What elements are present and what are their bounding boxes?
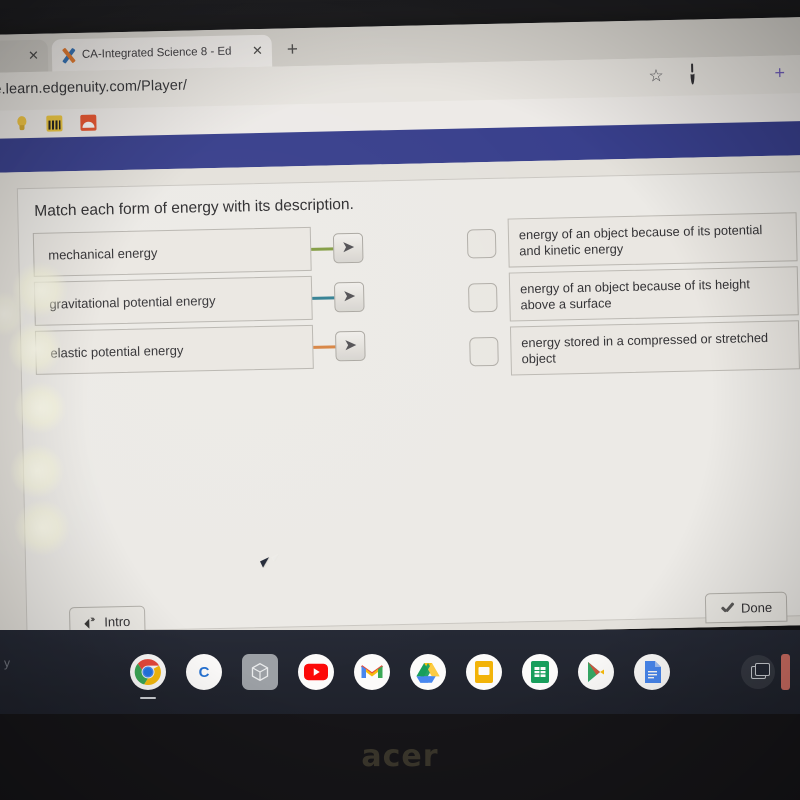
google-sheets-icon — [531, 661, 549, 683]
connector-line — [311, 246, 334, 251]
chromeos-shelf: y C — [0, 630, 800, 714]
match-row: gravitational potential energy ➤ — [33, 273, 365, 328]
close-icon[interactable]: ✕ — [252, 43, 263, 59]
description-label: energy of an object because of its heigh… — [519, 275, 751, 312]
shelf-app-google-slides[interactable] — [466, 654, 502, 690]
shelf-app-youtube[interactable] — [298, 654, 334, 690]
tab-title: CA-Integrated Science 8 - Edgen — [81, 45, 233, 61]
connector-line — [313, 344, 336, 349]
drop-target-checkbox[interactable] — [469, 336, 499, 367]
classroom-c-icon: C — [198, 663, 210, 681]
chrome-icon — [134, 659, 161, 686]
yellow-people-bookmark-icon[interactable] — [46, 115, 63, 132]
drop-target-checkbox[interactable] — [468, 282, 498, 313]
shelf-app-files-box[interactable] — [242, 654, 278, 690]
cube-icon — [251, 662, 269, 682]
browser-tab-inactive[interactable]: m/FE ✕ — [0, 39, 49, 74]
close-icon[interactable]: ✕ — [28, 48, 39, 64]
done-button-label: Done — [740, 599, 773, 616]
youtube-icon — [304, 663, 328, 681]
extension-plus-icon[interactable]: + — [774, 62, 794, 83]
browser-tab-active[interactable]: CA-Integrated Science 8 - Edgen ✕ — [51, 34, 273, 72]
omnibox-icons: ☆ + — [648, 62, 794, 86]
edgenuity-x-icon — [61, 47, 76, 62]
drag-arrow-button[interactable]: ➤ — [335, 330, 366, 362]
shelf-app-chrome[interactable] — [130, 654, 166, 699]
description-text-box[interactable]: energy of an object because of its poten… — [507, 212, 798, 268]
shelf-app-google-sheets[interactable] — [522, 654, 558, 690]
drag-arrow-button[interactable]: ➤ — [333, 281, 365, 313]
laptop-screen: m/FE ✕ CA-Integrated Science 8 - Edgen ✕… — [0, 16, 800, 644]
term-gravitational-potential-energy[interactable]: gravitational potential energy — [33, 275, 313, 326]
question-prompt: Match each form of energy with its descr… — [34, 195, 355, 220]
match-row: elastic potential energy ➤ — [34, 322, 366, 377]
description-row: energy of an object because of its heigh… — [468, 264, 799, 324]
google-slides-icon — [475, 661, 493, 683]
address-bar[interactable]: 9.core.learn.edgenuity.com/Player/ — [0, 78, 187, 99]
connector-line — [312, 295, 335, 300]
new-tab-button[interactable]: + — [287, 39, 299, 60]
term-mechanical-energy[interactable]: mechanical energy — [32, 226, 312, 277]
power-icon[interactable] — [690, 63, 710, 85]
shelf-app-gmail[interactable] — [354, 654, 390, 690]
match-row: mechanical energy ➤ — [32, 224, 364, 279]
shelf-tray — [741, 654, 790, 690]
arrow-icon: ➤ — [341, 238, 356, 257]
shelf-app-google-drive[interactable] — [410, 654, 446, 690]
play-store-icon — [588, 662, 604, 682]
description-text-box[interactable]: energy of an object because of its heigh… — [508, 266, 799, 322]
tray-accent-bar — [781, 654, 790, 690]
term-label: gravitational potential energy — [49, 292, 216, 312]
google-drive-icon — [416, 663, 440, 683]
window-overview-button[interactable] — [741, 655, 775, 689]
arrow-icon: ➤ — [343, 336, 358, 355]
active-indicator — [140, 696, 156, 699]
term-label: elastic potential energy — [50, 342, 184, 361]
drag-arrow-button[interactable]: ➤ — [332, 232, 364, 264]
descriptions-column: energy of an object because of its poten… — [466, 210, 800, 379]
drop-target-checkbox[interactable] — [466, 228, 497, 259]
shelf-app-list: C — [130, 654, 670, 699]
lightbulb-bookmark-icon[interactable] — [15, 116, 28, 132]
question-card: Match each form of energy with its descr… — [16, 171, 800, 638]
term-elastic-potential-energy[interactable]: elastic potential energy — [34, 324, 314, 375]
description-row: energy stored in a compressed or stretch… — [469, 318, 800, 378]
shelf-app-google-docs[interactable] — [634, 654, 670, 690]
description-row: energy of an object because of its poten… — [466, 210, 798, 270]
description-label: energy stored in a compressed or stretch… — [521, 329, 769, 366]
overview-icon — [750, 662, 770, 679]
checkmark-icon — [720, 602, 734, 614]
shelf-app-play-store[interactable] — [578, 654, 614, 690]
description-label: energy of an object because of its poten… — [518, 221, 763, 258]
intro-button-label: Intro — [104, 613, 131, 629]
term-label: mechanical energy — [48, 244, 158, 263]
arrow-icon: ➤ — [342, 287, 357, 306]
google-docs-icon — [644, 661, 661, 683]
description-text-box[interactable]: energy stored in a compressed or stretch… — [509, 320, 800, 376]
red-cloud-bookmark-icon[interactable] — [80, 114, 97, 131]
terms-column: mechanical energy ➤ gravitational potent… — [32, 224, 366, 378]
photo-of-laptop-screen: m/FE ✕ CA-Integrated Science 8 - Edgen ✕… — [0, 0, 800, 800]
brand-logo: acer — [361, 739, 439, 774]
bookmark-star-icon[interactable]: ☆ — [648, 66, 668, 86]
shield-extension-icon[interactable] — [732, 64, 752, 84]
done-button[interactable]: Done — [704, 591, 788, 624]
shelf-app-classroom-c[interactable]: C — [186, 654, 222, 690]
shelf-left-text: y — [4, 656, 10, 670]
activity-stage: Match each form of energy with its descr… — [0, 154, 800, 644]
speaker-icon — [84, 616, 97, 627]
gmail-icon — [360, 665, 384, 678]
